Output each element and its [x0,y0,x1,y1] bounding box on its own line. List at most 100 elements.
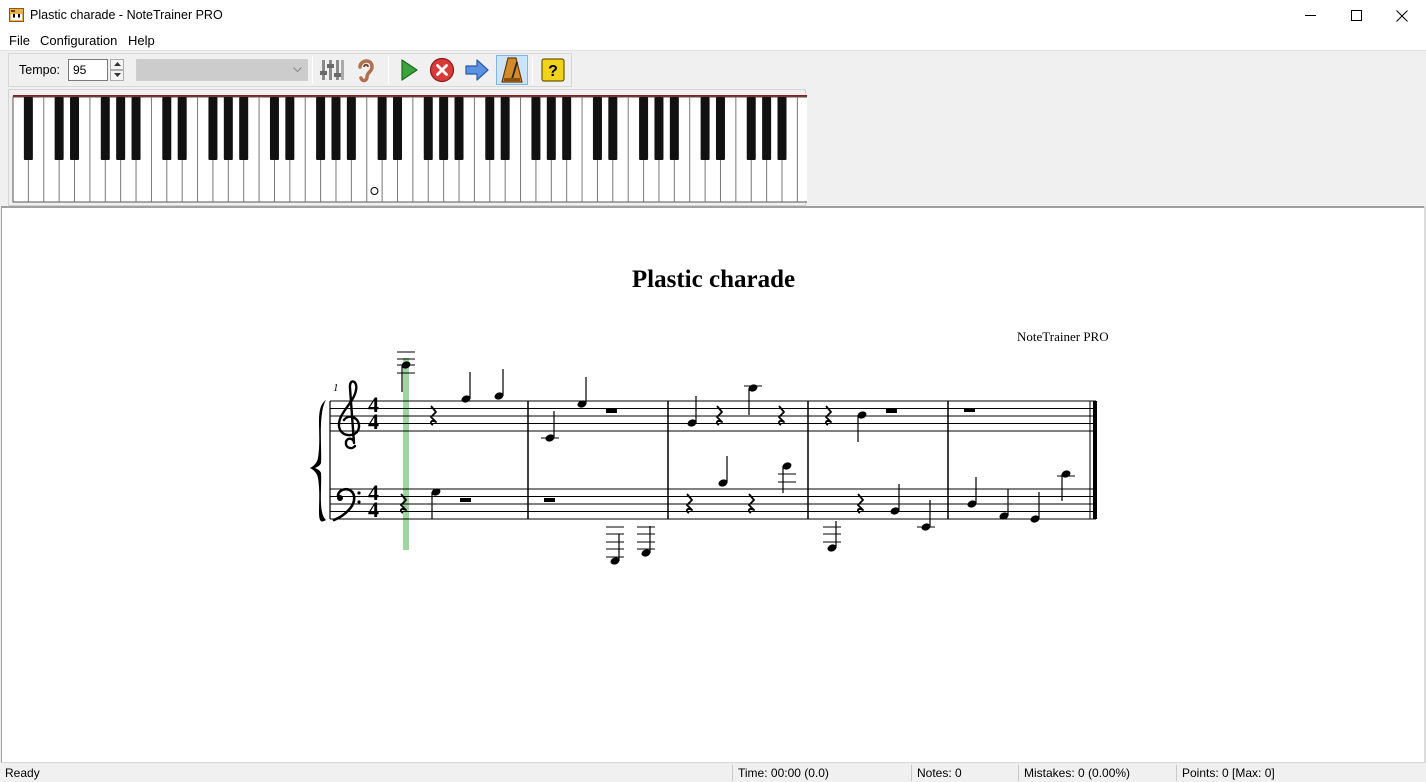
black-key [546,97,556,160]
help-icon: ? [541,58,565,82]
bass-time-signature-bottom: 4 [368,497,379,522]
black-key [393,97,402,160]
status-separator [911,765,912,781]
chevron-down-icon [293,67,302,73]
grand-staff-brace [310,400,326,522]
status-ready: Ready [5,766,40,780]
toolbar-separator [312,56,313,84]
menu-help-label: Help [128,33,155,48]
black-key [485,97,495,160]
arrow-right-icon [465,59,489,81]
menu-file[interactable]: File [9,33,30,48]
black-key [100,97,110,160]
window-title: Plastic charade - NoteTrainer PRO [30,8,223,22]
measure-number: 1 [333,382,339,394]
maximize-button[interactable] [1333,0,1379,31]
mixer-icon [320,60,344,80]
piano-keyboard-svg [12,95,807,203]
menu-file-label: File [9,33,30,48]
play-icon [401,59,418,81]
black-key [654,97,664,160]
bass-clef-dot [357,500,361,504]
bass-clef [332,487,356,522]
black-key [331,97,341,160]
title-bar: Plastic charade - NoteTrainer PRO [0,0,1426,31]
status-notes: Notes: 0 [917,766,962,780]
menu-configuration-label: Configuration [40,33,118,48]
tempo-spin-up[interactable] [110,59,124,70]
black-key [531,97,541,160]
menu-help[interactable]: Help [128,33,155,48]
ear-button[interactable] [350,55,382,85]
app-icon [9,8,24,22]
black-key [239,97,249,160]
status-separator [1018,765,1019,781]
black-key [23,97,33,160]
toolbar: Tempo: 95 ? [8,53,572,87]
black-key [746,97,756,160]
minimize-button[interactable] [1287,0,1333,31]
black-key [54,97,64,160]
bass-clef-dot [337,495,343,501]
black-key [715,97,725,160]
svg-text:?: ? [548,63,558,80]
stop-icon [429,57,455,83]
black-key [116,97,126,160]
mixer-button[interactable] [316,55,348,85]
instrument-select[interactable] [136,59,308,81]
black-key [269,97,279,160]
chevron-up-icon [113,62,121,66]
half-rest [460,498,471,502]
help-button[interactable]: ? [537,55,569,85]
status-mistakes: Mistakes: 0 (0.00%) [1024,766,1131,780]
black-key [208,97,218,160]
black-key [423,97,433,160]
piano-keyboard[interactable] [8,89,807,206]
treble-time-signature-bottom: 4 [368,409,379,434]
tempo-label: Tempo: [19,63,60,77]
status-time: Time: 00:00 (0.0) [738,766,829,780]
black-key [131,97,141,160]
maximize-icon [1350,10,1362,21]
black-key [439,97,449,160]
black-key [346,97,356,160]
status-points: Points: 0 [Max: 0] [1182,766,1275,780]
whole-rest [964,408,975,412]
stop-button[interactable] [426,55,458,85]
black-key [316,97,326,160]
black-key [639,97,649,160]
metronome-icon [501,57,523,83]
black-key [454,97,464,160]
black-key [608,97,618,160]
menu-bar: File Configuration Help [0,31,1426,51]
close-button[interactable] [1379,0,1425,31]
black-key [669,97,679,160]
metronome-button[interactable] [496,55,528,85]
black-key [500,97,510,160]
toolbar-separator [532,56,533,84]
half-rest [606,409,617,413]
next-button[interactable] [461,55,493,85]
tempo-input[interactable] [68,59,108,81]
score-view[interactable]: Plastic charade NoteTrainer PRO 1 4 4 4 … [1,206,1424,762]
chevron-down-icon [113,73,121,77]
black-key [162,97,172,160]
black-key [285,97,295,160]
black-key [700,97,710,160]
close-icon [1396,9,1408,22]
black-key [592,97,602,160]
playback-cursor [403,358,409,550]
black-key [777,97,787,160]
black-key [377,97,387,160]
status-bar: Ready Time: 00:00 (0.0) Notes: 0 Mistake… [0,762,1426,782]
black-key [762,97,772,160]
ear-icon [358,59,374,83]
bass-clef-dot [357,491,361,495]
score-staff: 1 4 4 4 4 [310,351,1097,565]
menu-configuration[interactable]: Configuration [40,33,117,48]
treble-clef [337,380,361,450]
black-key [70,97,80,160]
toolbar-separator [388,56,389,84]
tempo-spin-down[interactable] [110,70,124,81]
play-button[interactable] [393,55,425,85]
